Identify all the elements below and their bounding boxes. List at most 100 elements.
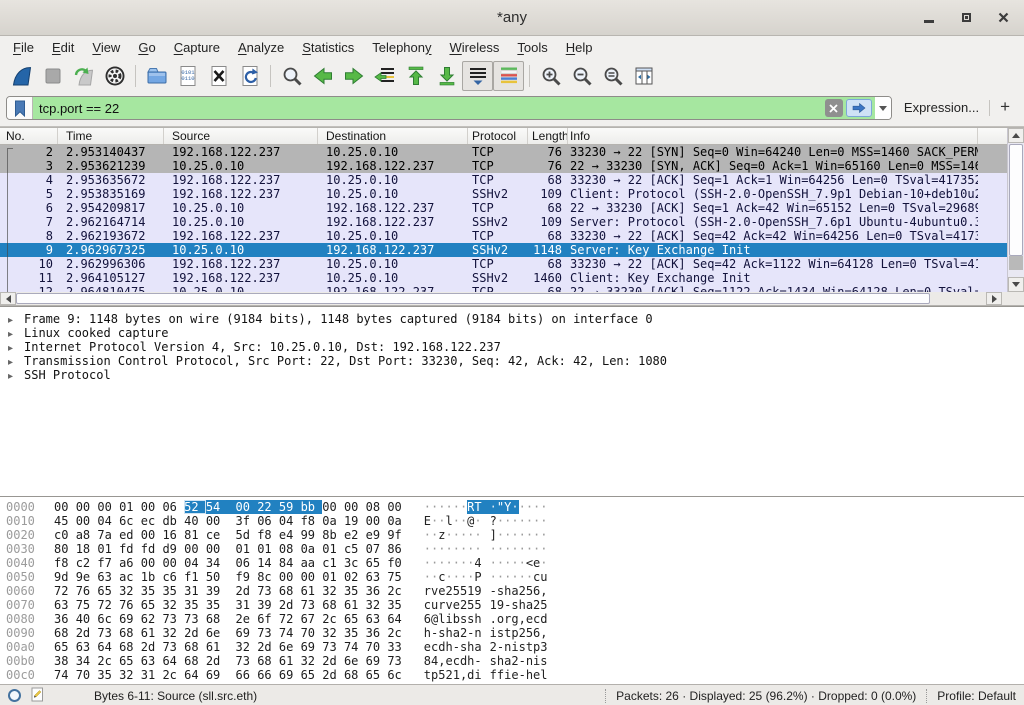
close-file-button[interactable] xyxy=(203,61,234,91)
hex-byte[interactable]: 63 xyxy=(76,640,98,654)
hex-byte[interactable]: 75 xyxy=(76,598,98,612)
ascii-char[interactable]: g xyxy=(511,612,518,626)
ascii-char[interactable]: s xyxy=(519,640,526,654)
hex-byte[interactable]: 32 xyxy=(322,626,344,640)
detail-row[interactable]: ▸Linux cooked capture xyxy=(0,326,1024,340)
hex-byte[interactable]: 35 xyxy=(344,626,366,640)
hex-byte[interactable]: 08 xyxy=(366,500,388,514)
hex-byte[interactable]: db xyxy=(162,514,184,528)
hex-byte[interactable]: 32 xyxy=(228,640,258,654)
ascii-char[interactable]: h xyxy=(526,668,533,682)
hex-byte[interactable]: 73 xyxy=(228,654,258,668)
menu-tools[interactable]: Tools xyxy=(508,38,556,57)
hex-byte[interactable]: aa xyxy=(301,556,323,570)
hex-byte[interactable]: 73 xyxy=(184,612,206,626)
packet-row-7[interactable]: 72.96216471410.25.0.10192.168.122.237SSH… xyxy=(0,215,1024,229)
ascii-char[interactable]: i xyxy=(482,626,497,640)
hex-byte[interactable]: 0a xyxy=(387,514,401,528)
hex-byte[interactable]: 66 xyxy=(257,668,279,682)
ascii-char[interactable]: 2 xyxy=(445,584,452,598)
hex-row[interactable]: 007063 75 72 76 65 32 35 35 31 39 2d 73 … xyxy=(0,598,1024,612)
hex-byte[interactable]: 52 xyxy=(184,500,206,514)
zoom-in-button[interactable] xyxy=(535,61,566,91)
hex-byte[interactable]: 35 xyxy=(387,598,401,612)
ascii-char[interactable]: s xyxy=(511,598,518,612)
detail-row[interactable]: ▸Internet Protocol Version 4, Src: 10.25… xyxy=(0,340,1024,354)
hex-byte[interactable]: 64 xyxy=(162,654,184,668)
ascii-char[interactable]: · xyxy=(445,528,452,542)
ascii-char[interactable]: t xyxy=(526,640,533,654)
ascii-char[interactable]: 5 xyxy=(540,598,547,612)
hex-byte[interactable]: 08 xyxy=(279,542,301,556)
hex-byte[interactable]: 64 xyxy=(387,612,401,626)
hex-byte[interactable]: 86 xyxy=(387,542,401,556)
hex-byte[interactable]: 00 xyxy=(141,500,163,514)
hex-byte[interactable]: 73 xyxy=(162,640,184,654)
menu-help[interactable]: Help xyxy=(557,38,602,57)
hex-byte[interactable]: 00 xyxy=(54,500,76,514)
hex-row[interactable]: 00b038 34 2c 65 63 64 68 2d 73 68 61 32 … xyxy=(0,654,1024,668)
ascii-char[interactable]: f xyxy=(482,668,497,682)
filter-bookmark-button[interactable] xyxy=(7,97,33,119)
ascii-char[interactable]: · xyxy=(511,542,518,556)
hex-byte[interactable]: 70 xyxy=(366,640,388,654)
hex-byte[interactable]: 01 xyxy=(119,500,141,514)
hex-byte[interactable]: 75 xyxy=(387,570,401,584)
hex-byte[interactable]: 54 xyxy=(206,500,228,514)
ascii-char[interactable]: E xyxy=(424,514,431,528)
hex-row[interactable]: 0020c0 a8 7a ed 00 16 81 ce 5d f8 e4 99 … xyxy=(0,528,1024,542)
hex-byte[interactable]: 63 xyxy=(366,612,388,626)
ascii-char[interactable]: 2 xyxy=(519,584,526,598)
ascii-char[interactable]: 1 xyxy=(482,598,497,612)
hex-byte[interactable]: 2c xyxy=(387,626,401,640)
ascii-char[interactable]: a xyxy=(526,598,533,612)
ascii-char[interactable]: i xyxy=(511,640,518,654)
ascii-char[interactable]: · xyxy=(482,542,497,556)
hex-byte[interactable]: 01 xyxy=(97,542,119,556)
ascii-char[interactable]: h xyxy=(519,598,526,612)
hex-byte[interactable]: e4 xyxy=(279,528,301,542)
hex-byte[interactable]: 31 xyxy=(141,668,163,682)
ascii-char[interactable]: · xyxy=(453,528,460,542)
hex-byte[interactable]: 5d xyxy=(228,528,258,542)
hex-byte[interactable]: e9 xyxy=(366,528,388,542)
ascii-char[interactable]: 8 xyxy=(424,654,431,668)
profile-text[interactable]: Profile: Default xyxy=(937,689,1016,703)
hex-byte[interactable]: 34 xyxy=(206,556,228,570)
detail-row[interactable]: ▸Frame 9: 1148 bytes on wire (9184 bits)… xyxy=(0,312,1024,326)
hex-byte[interactable]: 0a xyxy=(301,542,323,556)
hex-byte[interactable]: 65 xyxy=(141,598,163,612)
hex-byte[interactable]: 69 xyxy=(119,612,141,626)
hex-byte[interactable]: 36 xyxy=(54,612,76,626)
hex-byte[interactable]: 6c xyxy=(97,612,119,626)
hex-byte[interactable]: 34 xyxy=(76,654,98,668)
ascii-char[interactable]: · xyxy=(482,556,497,570)
hex-byte[interactable]: 3f xyxy=(228,514,258,528)
ascii-char[interactable]: 3 xyxy=(540,640,547,654)
hex-byte[interactable]: a6 xyxy=(119,556,141,570)
hex-byte[interactable]: 00 xyxy=(344,500,366,514)
capture-file-properties-icon[interactable] xyxy=(8,689,21,702)
hex-row[interactable]: 000000 00 00 01 00 06 52 54 00 22 59 bb … xyxy=(0,500,1024,514)
hex-byte[interactable]: 04 xyxy=(184,556,206,570)
hex-byte[interactable]: 00 xyxy=(184,542,206,556)
hex-byte[interactable]: 99 xyxy=(301,528,323,542)
expression-button[interactable]: Expression... xyxy=(904,100,979,115)
hex-byte[interactable]: 68 xyxy=(184,654,206,668)
stop-capture-button[interactable] xyxy=(37,61,68,91)
ascii-char[interactable]: · xyxy=(453,542,460,556)
hex-byte[interactable]: 36 xyxy=(366,626,388,640)
menu-capture[interactable]: Capture xyxy=(165,38,229,57)
vertical-scroll-thumb[interactable] xyxy=(1009,144,1023,256)
hex-byte[interactable]: 22 xyxy=(257,500,279,514)
ascii-char[interactable]: c xyxy=(453,654,460,668)
hex-byte[interactable]: 35 xyxy=(206,598,228,612)
hex-byte[interactable]: c2 xyxy=(76,556,98,570)
hex-byte[interactable]: 72 xyxy=(279,612,301,626)
hex-byte[interactable]: 73 xyxy=(301,598,323,612)
hex-row[interactable]: 001045 00 04 6c ec db 40 00 3f 06 04 f8 … xyxy=(0,514,1024,528)
ascii-char[interactable]: v xyxy=(445,598,452,612)
hex-row[interactable]: 009068 2d 73 68 61 32 2d 6e 69 73 74 70 … xyxy=(0,626,1024,640)
ascii-char[interactable]: a xyxy=(453,626,460,640)
ascii-char[interactable]: 6 xyxy=(424,612,431,626)
